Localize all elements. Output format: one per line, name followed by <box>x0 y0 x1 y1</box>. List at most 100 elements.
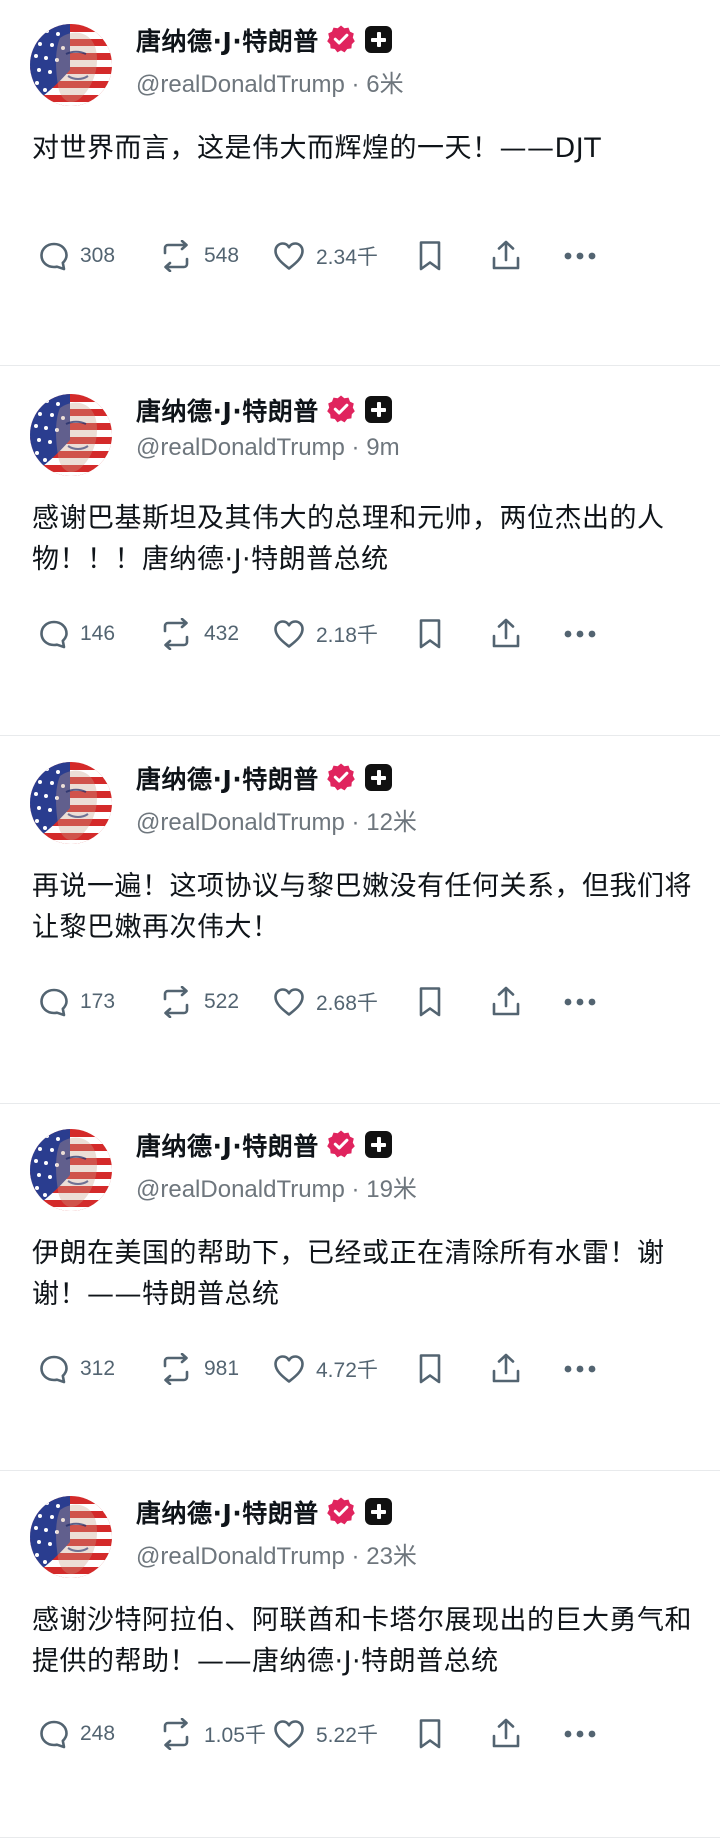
reply-button[interactable]: 248 <box>38 1712 115 1756</box>
reply-icon <box>40 620 68 649</box>
more-options-button[interactable] <box>560 234 600 278</box>
avatar-flag-portrait-icon <box>30 24 112 106</box>
author-badges <box>326 1494 392 1528</box>
repost-icon <box>163 1353 189 1385</box>
author-name[interactable]: 唐纳德·J·特朗普 <box>136 1127 319 1163</box>
reply-count: 173 <box>80 990 116 1013</box>
more-options-button[interactable] <box>560 980 600 1024</box>
like-count: 2.68千 <box>316 992 378 1015</box>
post[interactable]: 唐纳德·J·特朗普 @realDonaldTrump · 23米 感谢沙特阿拉伯… <box>0 1472 720 1838</box>
post[interactable]: 唐纳德·J·特朗普 @realDonaldTrump · 19米 伊朗在美国的帮… <box>0 1105 720 1471</box>
handle-and-time: @realDonaldTrump · 6米 <box>136 64 404 99</box>
like-button[interactable]: 4.72千 <box>272 1347 378 1391</box>
like-count: 5.22千 <box>316 1724 378 1747</box>
share-button[interactable] <box>490 1712 522 1756</box>
repost-count: 522 <box>204 990 240 1013</box>
share-icon <box>492 1353 520 1383</box>
plus-badge-icon[interactable] <box>365 763 392 791</box>
share-button[interactable] <box>490 234 522 278</box>
more-options-button[interactable] <box>560 612 600 656</box>
author-name[interactable]: 唐纳德·J·特朗普 <box>136 760 319 796</box>
repost-button[interactable]: 1.05千 <box>158 1712 266 1756</box>
author-handle[interactable]: @realDonaldTrump <box>136 809 345 836</box>
avatar[interactable] <box>30 762 112 844</box>
author-name[interactable]: 唐纳德·J·特朗普 <box>136 1494 319 1530</box>
post-timestamp[interactable]: · 19米 <box>345 1176 417 1203</box>
reply-icon <box>40 1720 68 1749</box>
bookmark-button[interactable] <box>416 234 444 278</box>
more-icon <box>564 630 596 638</box>
reply-button[interactable]: 146 <box>38 612 115 656</box>
repost-icon <box>163 618 189 650</box>
verified-badge-icon[interactable] <box>326 1129 356 1159</box>
like-button[interactable]: 2.34千 <box>272 234 378 278</box>
verified-badge-icon[interactable] <box>326 762 356 792</box>
author-handle[interactable]: @realDonaldTrump <box>136 71 345 98</box>
post-timestamp[interactable]: · 23米 <box>345 1543 417 1570</box>
share-button[interactable] <box>490 980 522 1024</box>
plus-badge-icon[interactable] <box>365 1130 392 1158</box>
bookmark-icon <box>419 987 441 1017</box>
post[interactable]: 唐纳德·J·特朗普 @realDonaldTrump · 12米 再说一遍！这项… <box>0 738 720 1104</box>
repost-button[interactable]: 981 <box>158 1347 239 1391</box>
reply-count: 248 <box>80 1722 116 1745</box>
reply-button[interactable]: 308 <box>38 234 115 278</box>
post-timestamp[interactable]: · 12米 <box>345 809 417 836</box>
avatar[interactable] <box>30 1129 112 1211</box>
bookmark-button[interactable] <box>416 1712 444 1756</box>
post-header: 唐纳德·J·特朗普 @realDonaldTrump · 6米 <box>30 18 690 108</box>
reply-button[interactable]: 312 <box>38 1347 115 1391</box>
bookmark-button[interactable] <box>416 1347 444 1391</box>
like-count: 4.72千 <box>316 1359 378 1382</box>
avatar[interactable] <box>30 1496 112 1578</box>
author-name[interactable]: 唐纳德·J·特朗普 <box>136 22 319 58</box>
bookmark-icon <box>419 619 441 649</box>
post-actions: 248 1.05千 5.22千 <box>30 1712 690 1756</box>
author-handle[interactable]: @realDonaldTrump <box>136 1543 345 1570</box>
post[interactable]: 唐纳德·J·特朗普 @realDonaldTrump · 9m 感谢巴基斯坦及其… <box>0 370 720 736</box>
like-count: 2.34千 <box>316 246 378 269</box>
repost-button[interactable]: 548 <box>158 234 239 278</box>
more-options-button[interactable] <box>560 1712 600 1756</box>
share-button[interactable] <box>490 612 522 656</box>
reply-button[interactable]: 173 <box>38 980 115 1024</box>
verified-badge-icon[interactable] <box>326 1496 356 1526</box>
avatar-flag-portrait-icon <box>30 394 112 476</box>
verified-badge-icon[interactable] <box>326 394 356 424</box>
like-button[interactable]: 5.22千 <box>272 1712 378 1756</box>
heart-icon <box>274 988 304 1016</box>
post-text: 感谢巴基斯坦及其伟大的总理和元帅，两位杰出的人物！！！唐纳德·J·特朗普总统 <box>32 503 665 575</box>
bookmark-icon <box>419 1354 441 1384</box>
post-timestamp[interactable]: · 9m <box>345 434 400 461</box>
bookmark-button[interactable] <box>416 612 444 656</box>
more-icon <box>564 1365 596 1373</box>
post-actions: 308 548 2.34千 <box>30 234 690 278</box>
plus-badge-icon[interactable] <box>365 25 392 53</box>
avatar[interactable] <box>30 394 112 476</box>
post-header: 唐纳德·J·特朗普 @realDonaldTrump · 12米 <box>30 756 690 846</box>
reply-icon <box>40 1355 68 1384</box>
avatar[interactable] <box>30 24 112 106</box>
like-button[interactable]: 2.18千 <box>272 612 378 656</box>
post[interactable]: 唐纳德·J·特朗普 @realDonaldTrump · 6米 对世界而言，这是… <box>0 0 720 366</box>
post-timestamp[interactable]: · 6米 <box>345 71 404 98</box>
author-handle[interactable]: @realDonaldTrump <box>136 1176 345 1203</box>
plus-badge-icon[interactable] <box>365 1497 392 1525</box>
share-icon <box>492 986 520 1016</box>
post-text: 感谢沙特阿拉伯、阿联酋和卡塔尔展现出的巨大勇气和提供的帮助！——唐纳德·J·特朗… <box>32 1605 692 1677</box>
heart-icon <box>274 1355 304 1383</box>
author-handle[interactable]: @realDonaldTrump <box>136 434 345 461</box>
share-button[interactable] <box>490 1347 522 1391</box>
repost-button[interactable]: 432 <box>158 612 239 656</box>
plus-badge-icon[interactable] <box>365 395 392 423</box>
bookmark-button[interactable] <box>416 980 444 1024</box>
handle-and-time: @realDonaldTrump · 12米 <box>136 802 417 837</box>
more-options-button[interactable] <box>560 1347 600 1391</box>
avatar-flag-portrait-icon <box>30 1496 112 1578</box>
like-button[interactable]: 2.68千 <box>272 980 378 1024</box>
reply-icon <box>40 988 68 1017</box>
repost-button[interactable]: 522 <box>158 980 239 1024</box>
verified-badge-icon[interactable] <box>326 24 356 54</box>
repost-count: 432 <box>204 622 240 645</box>
author-name[interactable]: 唐纳德·J·特朗普 <box>136 392 319 428</box>
